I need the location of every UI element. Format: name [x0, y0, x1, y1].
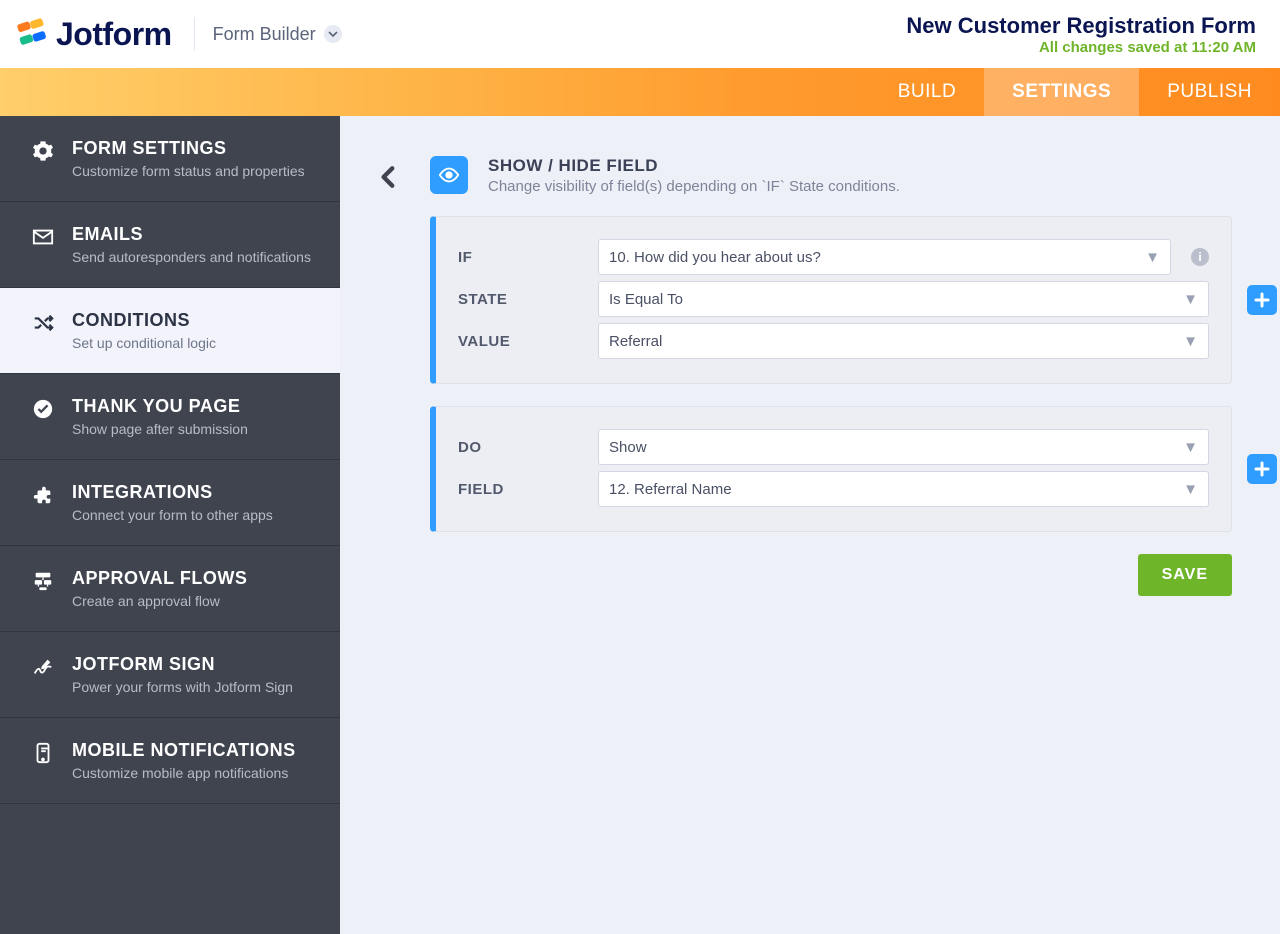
- sidebar-item-mobile-notifications[interactable]: MOBILE NOTIFICATIONS Customize mobile ap…: [0, 718, 340, 804]
- signature-icon: [30, 654, 56, 678]
- breadcrumb-form-builder[interactable]: Form Builder: [213, 24, 342, 45]
- sidebar-item-thank-you[interactable]: THANK YOU PAGE Show page after submissio…: [0, 374, 340, 460]
- label-do: DO: [458, 439, 578, 456]
- sidebar-item-sub: Create an approval flow: [72, 593, 247, 609]
- select-target-field[interactable]: 12. Referral Name ▼: [598, 471, 1209, 507]
- breadcrumb-label: Form Builder: [213, 24, 316, 45]
- back-button[interactable]: [368, 156, 410, 198]
- vertical-divider: [194, 17, 195, 51]
- info-icon[interactable]: i: [1191, 248, 1209, 266]
- gear-icon: [30, 138, 56, 162]
- save-button[interactable]: SAVE: [1138, 554, 1232, 596]
- condition-title: SHOW / HIDE FIELD: [488, 156, 900, 176]
- chevron-down-icon: ▼: [1183, 333, 1198, 350]
- tab-settings[interactable]: SETTINGS: [984, 68, 1139, 116]
- select-value: 12. Referral Name: [609, 481, 732, 498]
- label-field: FIELD: [458, 481, 578, 498]
- page-title: New Customer Registration Form: [906, 13, 1256, 39]
- flow-icon: [30, 568, 56, 592]
- select-value: Referral: [609, 333, 662, 350]
- sidebar-item-sub: Connect your form to other apps: [72, 507, 273, 523]
- sidebar-item-sub: Customize mobile app notifications: [72, 765, 296, 781]
- if-panel: IF 10. How did you hear about us? ▼ i ST…: [430, 216, 1232, 384]
- brand-area: Jotform Form Builder: [16, 16, 342, 53]
- condition-subtitle: Change visibility of field(s) depending …: [488, 178, 900, 195]
- sidebar-item-label: CONDITIONS: [72, 310, 216, 331]
- logo-mark-icon: [16, 18, 48, 50]
- sidebar-item-label: EMAILS: [72, 224, 311, 245]
- save-status: All changes saved at 11:20 AM: [906, 39, 1256, 56]
- top-bar: Jotform Form Builder New Customer Regist…: [0, 0, 1280, 68]
- mobile-icon: [30, 740, 56, 764]
- sidebar-item-label: THANK YOU PAGE: [72, 396, 248, 417]
- sidebar-item-emails[interactable]: EMAILS Send autoresponders and notificat…: [0, 202, 340, 288]
- logo-wordmark: Jotform: [56, 16, 172, 53]
- chevron-down-icon: [324, 25, 342, 43]
- sidebar-item-label: APPROVAL FLOWS: [72, 568, 247, 589]
- sidebar-item-jotform-sign[interactable]: JOTFORM SIGN Power your forms with Jotfo…: [0, 632, 340, 718]
- label-if: IF: [458, 249, 578, 266]
- sidebar-item-sub: Send autoresponders and notifications: [72, 249, 311, 265]
- condition-editor: SHOW / HIDE FIELD Change visibility of f…: [340, 116, 1280, 934]
- editor-header: SHOW / HIDE FIELD Change visibility of f…: [368, 156, 1232, 198]
- select-do-action[interactable]: Show ▼: [598, 429, 1209, 465]
- tab-publish[interactable]: PUBLISH: [1139, 68, 1280, 116]
- chevron-down-icon: ▼: [1183, 291, 1198, 308]
- chevron-down-icon: ▼: [1145, 249, 1160, 266]
- sidebar-item-approval-flows[interactable]: APPROVAL FLOWS Create an approval flow: [0, 546, 340, 632]
- do-panel: DO Show ▼ FIELD 12. Referral Name ▼: [430, 406, 1232, 532]
- select-value-field[interactable]: Referral ▼: [598, 323, 1209, 359]
- main-tabs: BUILD SETTINGS PUBLISH: [0, 68, 1280, 116]
- sidebar-item-integrations[interactable]: INTEGRATIONS Connect your form to other …: [0, 460, 340, 546]
- label-value: VALUE: [458, 333, 578, 350]
- tab-build[interactable]: BUILD: [870, 68, 984, 116]
- settings-sidebar: FORM SETTINGS Customize form status and …: [0, 116, 340, 934]
- sidebar-item-label: MOBILE NOTIFICATIONS: [72, 740, 296, 761]
- sidebar-item-form-settings[interactable]: FORM SETTINGS Customize form status and …: [0, 116, 340, 202]
- chevron-down-icon: ▼: [1183, 481, 1198, 498]
- sidebar-item-sub: Show page after submission: [72, 421, 248, 437]
- label-state: STATE: [458, 291, 578, 308]
- mail-icon: [30, 224, 56, 248]
- sidebar-item-label: FORM SETTINGS: [72, 138, 305, 159]
- select-if-field[interactable]: 10. How did you hear about us? ▼: [598, 239, 1171, 275]
- select-value: 10. How did you hear about us?: [609, 249, 821, 266]
- logo[interactable]: Jotform: [16, 16, 172, 53]
- sidebar-item-label: JOTFORM SIGN: [72, 654, 293, 675]
- title-area: New Customer Registration Form All chang…: [906, 13, 1256, 56]
- select-value: Show: [609, 439, 647, 456]
- eye-icon: [430, 156, 468, 194]
- check-circle-icon: [30, 396, 56, 420]
- add-action-button[interactable]: [1247, 454, 1277, 484]
- main-area: FORM SETTINGS Customize form status and …: [0, 116, 1280, 934]
- sidebar-item-label: INTEGRATIONS: [72, 482, 273, 503]
- sidebar-item-sub: Power your forms with Jotform Sign: [72, 679, 293, 695]
- select-value: Is Equal To: [609, 291, 683, 308]
- sidebar-item-conditions[interactable]: CONDITIONS Set up conditional logic: [0, 288, 340, 374]
- puzzle-icon: [30, 482, 56, 506]
- add-condition-button[interactable]: [1247, 285, 1277, 315]
- chevron-down-icon: ▼: [1183, 439, 1198, 456]
- sidebar-item-sub: Set up conditional logic: [72, 335, 216, 351]
- select-state[interactable]: Is Equal To ▼: [598, 281, 1209, 317]
- sidebar-item-sub: Customize form status and properties: [72, 163, 305, 179]
- shuffle-icon: [30, 310, 56, 334]
